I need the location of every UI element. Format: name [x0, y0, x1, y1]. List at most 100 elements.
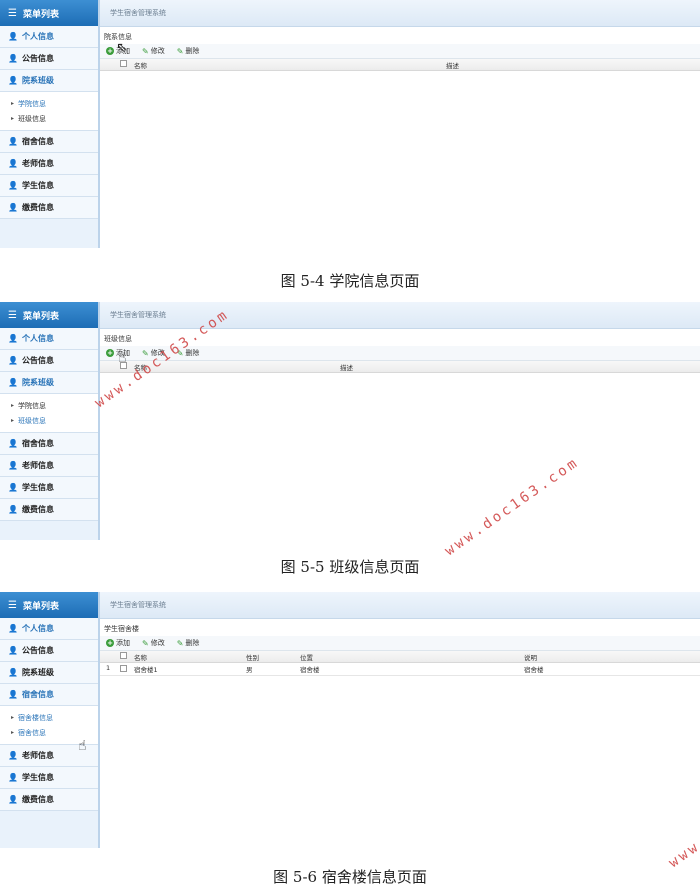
add-button[interactable]: + 添加: [106, 638, 130, 648]
edit-label: 修改: [150, 639, 165, 647]
plus-icon: +: [106, 639, 114, 647]
menu-label: 院系班级: [22, 378, 54, 387]
submenu-label: 班级信息: [18, 114, 47, 123]
sidebar-title: 菜单列表: [22, 601, 59, 612]
submenu: ▸ 学院信息 ▸ 班级信息: [0, 394, 98, 433]
user-icon: 👤: [8, 334, 18, 343]
menu-label: 院系班级: [22, 76, 54, 85]
user-icon: 👤: [8, 773, 18, 782]
menu-item-notice[interactable]: 👤 公告信息: [0, 48, 98, 70]
delete-label: 删除: [185, 639, 200, 647]
arrow-right-icon: ▸: [11, 417, 15, 424]
menu-item-dorm[interactable]: 👤 宿舍信息: [0, 433, 98, 455]
system-title: 学生宿舍管理系统: [100, 302, 700, 329]
row-checkbox[interactable]: [120, 665, 127, 672]
user-icon: 👤: [8, 203, 18, 212]
menu-item-teacher[interactable]: 👤 老师信息: [0, 153, 98, 175]
menu-item-personal[interactable]: 👤 个人信息: [0, 618, 98, 640]
column-header-desc: 描述: [446, 62, 459, 70]
menu-item-notice[interactable]: 👤 公告信息: [0, 350, 98, 372]
menu-item-notice[interactable]: 👤 公告信息: [0, 640, 98, 662]
menu-item-personal[interactable]: 👤 个人信息: [0, 328, 98, 350]
delete-button[interactable]: ✎ 删除: [177, 46, 200, 56]
menu-item-student[interactable]: 👤 学生信息: [0, 477, 98, 499]
pencil-icon: ✎: [142, 348, 149, 358]
menu-label: 学生信息: [22, 181, 54, 190]
menu-item-payment[interactable]: 👤 缴费信息: [0, 499, 98, 521]
menu-label: 老师信息: [22, 751, 54, 760]
submenu-label: 学院信息: [18, 401, 47, 410]
table-header: 名称 描述: [100, 59, 700, 71]
menu-item-dorm[interactable]: 👤 宿舍信息: [0, 684, 98, 706]
screenshot-class-info: ☰ 菜单列表 👤 个人信息 👤 公告信息 👤 院系班级 ▸ 学院信息 ▸ 班级信息 👤 宿舍…: [0, 302, 700, 540]
user-icon: 👤: [8, 356, 18, 365]
hand-cursor-icon: ☝: [118, 350, 127, 366]
hand-cursor-icon: ☝: [78, 738, 87, 754]
menu-list-icon: ☰: [8, 599, 17, 611]
submenu-item-college[interactable]: ▸ 学院信息: [0, 398, 98, 413]
menu-label: 个人信息: [22, 624, 54, 633]
submenu-label: 宿舍信息: [18, 728, 47, 737]
column-header-note: 说明: [524, 654, 537, 662]
user-icon: 👤: [8, 32, 18, 41]
delete-button[interactable]: ✎ 删除: [177, 638, 200, 648]
arrow-right-icon: ▸: [11, 100, 15, 107]
cell-gender: 男: [246, 666, 253, 674]
menu-label: 个人信息: [22, 32, 54, 41]
pencil-icon: ✎: [176, 46, 184, 56]
user-icon: 👤: [8, 378, 18, 387]
main-content: 学生宿舍管理系统 院系信息 + 添加 ✎ 修改 ✎ 删除 名称 描述: [100, 0, 700, 248]
menu-item-department[interactable]: 👤 院系班级: [0, 662, 98, 684]
menu-item-student[interactable]: 👤 学生信息: [0, 175, 98, 197]
menu-label: 公告信息: [22, 54, 54, 63]
menu-item-payment[interactable]: 👤 缴费信息: [0, 197, 98, 219]
submenu-item-class[interactable]: ▸ 班级信息: [0, 413, 98, 428]
column-header-desc: 描述: [340, 364, 353, 372]
select-all-checkbox[interactable]: [120, 60, 127, 67]
row-index: 1: [106, 664, 111, 672]
user-icon: 👤: [8, 646, 18, 655]
menu-item-teacher[interactable]: 👤 老师信息: [0, 455, 98, 477]
menu-item-student[interactable]: 👤 学生信息: [0, 767, 98, 789]
menu-list-icon: ☰: [8, 7, 17, 19]
edit-button[interactable]: ✎ 修改: [142, 46, 165, 56]
pencil-icon: ✎: [142, 638, 149, 648]
menu-label: 缴费信息: [22, 795, 54, 804]
submenu-label: 宿舍楼信息: [18, 713, 54, 722]
menu-label: 老师信息: [22, 159, 54, 168]
user-icon: 👤: [8, 483, 18, 492]
toolbar: + 添加 ✎ 修改 ✎ 删除: [100, 44, 700, 59]
toolbar: + 添加 ✎ 修改 ✎ 删除: [100, 636, 700, 651]
menu-label: 个人信息: [22, 334, 54, 343]
screenshot-college-info: ☰ 菜单列表 👤 个人信息 👤 公告信息 👤 院系班级 ▸ 学院信息 ▸ 班级信息 👤 宿舍…: [0, 0, 700, 248]
sidebar: ☰ 菜单列表 👤 个人信息 👤 公告信息 👤 院系班级 👤 宿舍信息 ▸ 宿舍楼信息 ▸ 宿…: [0, 592, 100, 848]
user-icon: 👤: [8, 751, 18, 760]
column-header-gender: 性别: [246, 654, 259, 662]
arrow-right-icon: ▸: [11, 115, 15, 122]
submenu-item-college[interactable]: ▸ 学院信息: [0, 96, 98, 111]
pencil-icon: ✎: [142, 46, 149, 56]
table-row[interactable]: 1 宿舍楼1 男 宿舍楼 宿舍楼: [100, 663, 700, 676]
user-icon: 👤: [8, 54, 18, 63]
menu-item-department[interactable]: 👤 院系班级: [0, 70, 98, 92]
edit-button[interactable]: ✎ 修改: [142, 638, 165, 648]
submenu-item-class[interactable]: ▸ 班级信息: [0, 111, 98, 126]
menu-item-department[interactable]: 👤 院系班级: [0, 372, 98, 394]
user-icon: 👤: [8, 159, 18, 168]
select-all-checkbox[interactable]: [120, 652, 127, 659]
sidebar-title: 菜单列表: [22, 9, 59, 20]
table-header: 名称 性别 位置 说明: [100, 651, 700, 663]
menu-item-personal[interactable]: 👤 个人信息: [0, 26, 98, 48]
submenu: ▸ 学院信息 ▸ 班级信息: [0, 92, 98, 131]
menu-label: 学生信息: [22, 773, 54, 782]
sidebar-header: ☰ 菜单列表: [0, 0, 98, 26]
menu-item-dorm[interactable]: 👤 宿舍信息: [0, 131, 98, 153]
submenu-item-dorm-building[interactable]: ▸ 宿舍楼信息: [0, 710, 98, 725]
menu-item-payment[interactable]: 👤 缴费信息: [0, 789, 98, 811]
user-icon: 👤: [8, 690, 18, 699]
arrow-right-icon: ▸: [11, 729, 15, 736]
menu-label: 宿舍信息: [22, 690, 54, 699]
user-icon: 👤: [8, 439, 18, 448]
user-icon: 👤: [8, 505, 18, 514]
pencil-icon: ✎: [176, 638, 184, 648]
